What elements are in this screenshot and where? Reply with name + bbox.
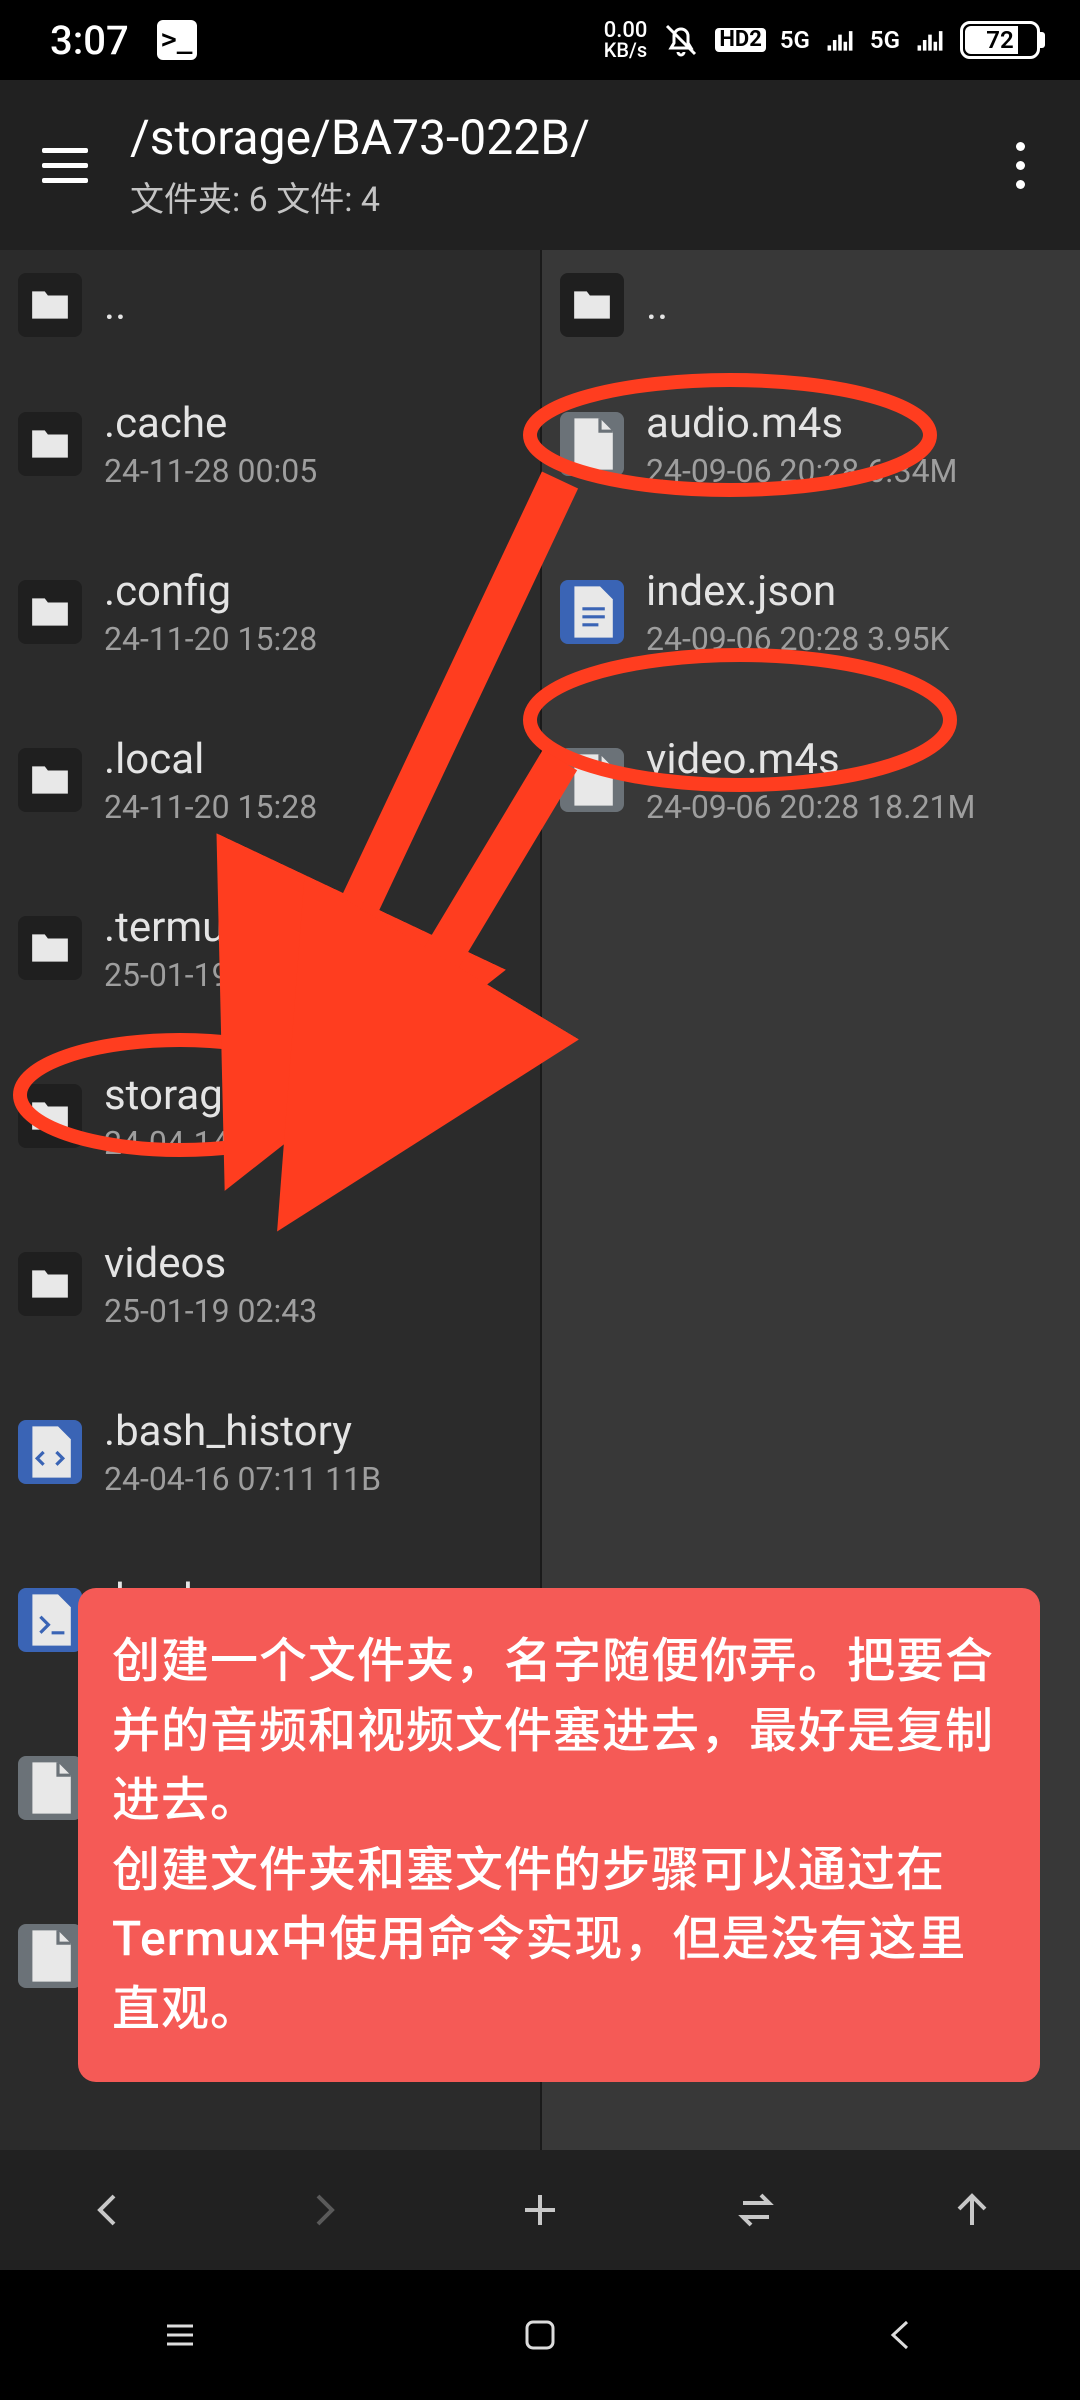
file-icon	[18, 1420, 82, 1484]
item-meta: 24-11-20 15:28	[104, 620, 317, 658]
add-button[interactable]	[500, 2170, 580, 2250]
termux-notification-icon: >_	[157, 20, 197, 60]
folder-icon	[18, 1252, 82, 1316]
item-meta: 24-11-28 00:05	[104, 452, 317, 490]
folder-icon	[18, 580, 82, 644]
folder-icon	[18, 412, 82, 476]
signal-2-icon	[914, 24, 946, 56]
file-icon	[560, 580, 624, 644]
hd-badge: HD2	[715, 28, 765, 52]
file-icon	[18, 1756, 82, 1820]
left-list-item[interactable]: .wget-hsts 24-04-15 14:42 250B	[0, 1704, 540, 1872]
item-meta: 70-01-01 08:00 0B	[104, 1964, 363, 2002]
left-list-item[interactable]: videos 25-01-19 02:43	[0, 1200, 540, 1368]
item-name: .cache	[104, 399, 317, 448]
overflow-menu-button[interactable]	[990, 142, 1050, 189]
file-icon	[18, 1924, 82, 1988]
folder-icon	[18, 748, 82, 812]
item-name: .bash_history	[104, 1407, 381, 1456]
left-list-item[interactable]: storage 24-04-14	[0, 1032, 540, 1200]
left-pane[interactable]: .. .cache 24-11-28 00:05 .config 24-11-20 1…	[0, 250, 540, 2150]
item-meta: 25-01-19 03:05	[104, 956, 317, 994]
left-list-item[interactable]: .termux 25-01-19 03:05	[0, 864, 540, 1032]
item-name: .wget-hsts	[104, 1743, 399, 1792]
item-name: .termux	[104, 903, 317, 952]
clock: 3:07	[50, 17, 129, 64]
file-icon	[18, 1588, 82, 1652]
parent-dir-label: ..	[104, 281, 126, 330]
folder-icon	[18, 916, 82, 980]
status-bar: 3:07 >_ 0.00 KB/s HD2 5G 5G 72	[0, 0, 1080, 80]
item-meta: 24-11-20 15:28	[104, 788, 317, 826]
left-list-item[interactable]: .bashrc 24-04-14 12:53 6B	[0, 1536, 540, 1704]
item-name: .config	[104, 567, 317, 616]
folder-icon	[18, 1084, 82, 1148]
item-name: f:	[104, 1911, 363, 1960]
left-list-item[interactable]: .config 24-11-20 15:28	[0, 528, 540, 696]
file-counts: 文件夹: 6 文件: 4	[130, 172, 990, 221]
item-meta: 24-09-06 20:28 3.95K	[646, 620, 950, 658]
home-button[interactable]	[500, 2295, 580, 2375]
back-nav-button[interactable]	[860, 2295, 940, 2375]
left-list-item[interactable]: .bash_history 24-04-16 07:11 11B	[0, 1368, 540, 1536]
right-list-item[interactable]: index.json 24-09-06 20:28 3.95K	[542, 528, 1080, 696]
signal-2-label: 5G	[870, 26, 900, 54]
file-icon	[560, 412, 624, 476]
parent-dir-row[interactable]: ..	[542, 250, 1080, 360]
app-header: /storage/BA73-022B/ 文件夹: 6 文件: 4	[0, 80, 1080, 250]
back-button[interactable]	[68, 2170, 148, 2250]
signal-1-icon	[824, 24, 856, 56]
item-meta: 24-04-16 07:11 11B	[104, 1460, 381, 1498]
item-name: storage	[104, 1071, 245, 1120]
network-speed: 0.00 KB/s	[604, 21, 648, 59]
item-name: .bashrc	[104, 1575, 363, 1624]
bottom-toolbar	[0, 2150, 1080, 2270]
parent-dir-row[interactable]: ..	[0, 250, 540, 360]
parent-dir-label: ..	[646, 281, 668, 330]
up-button[interactable]	[932, 2170, 1012, 2250]
right-list-item[interactable]: video.m4s 24-09-06 20:28 18.21M	[542, 696, 1080, 864]
battery-indicator: 72	[960, 21, 1040, 59]
signal-1-label: 5G	[780, 26, 810, 54]
item-name: video.m4s	[646, 735, 975, 784]
right-pane[interactable]: .. audio.m4s 24-09-06 20:28 6.34M index.js…	[540, 250, 1080, 2150]
forward-button[interactable]	[284, 2170, 364, 2250]
menu-button[interactable]	[30, 136, 100, 195]
item-meta: 24-04-14 12:53 6B	[104, 1628, 363, 1666]
recent-apps-button[interactable]	[140, 2295, 220, 2375]
item-meta: 24-09-06 20:28 6.34M	[646, 452, 957, 490]
left-list-item[interactable]: f: 70-01-01 08:00 0B	[0, 1872, 540, 2040]
item-meta: 24-04-14	[104, 1124, 245, 1162]
file-icon	[560, 748, 624, 812]
system-navbar	[0, 2270, 1080, 2400]
path-title[interactable]: /storage/BA73-022B/	[130, 109, 990, 166]
item-name: audio.m4s	[646, 399, 957, 448]
folder-icon	[560, 273, 624, 337]
item-meta: 24-04-15 14:42 250B	[104, 1796, 399, 1834]
transfer-button[interactable]	[716, 2170, 796, 2250]
left-list-item[interactable]: .local 24-11-20 15:28	[0, 696, 540, 864]
mute-icon	[661, 20, 701, 60]
item-name: index.json	[646, 567, 950, 616]
item-meta: 25-01-19 02:43	[104, 1292, 317, 1330]
item-meta: 24-09-06 20:28 18.21M	[646, 788, 975, 826]
folder-icon	[18, 273, 82, 337]
right-list-item[interactable]: audio.m4s 24-09-06 20:28 6.34M	[542, 360, 1080, 528]
left-list-item[interactable]: .cache 24-11-28 00:05	[0, 360, 540, 528]
item-name: .local	[104, 735, 317, 784]
item-name: videos	[104, 1239, 317, 1288]
